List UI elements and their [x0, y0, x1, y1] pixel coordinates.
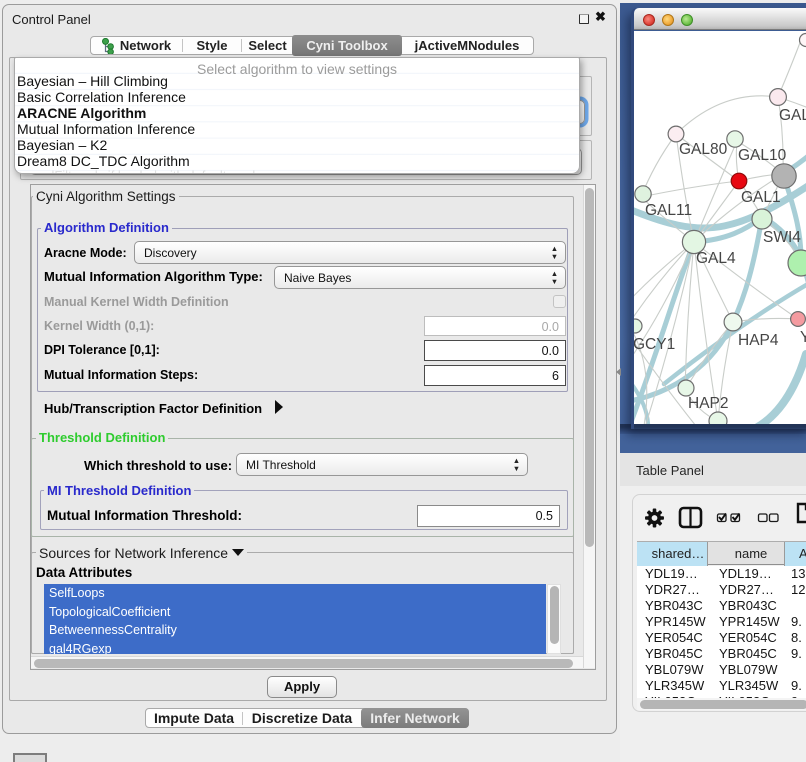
svg-text:GAL4: GAL4 — [696, 250, 736, 267]
svg-text:GAL7: GAL7 — [779, 107, 806, 124]
svg-text:GAL1: GAL1 — [741, 189, 781, 206]
svg-text:GAL10: GAL10 — [738, 147, 787, 164]
svg-text:GAL11: GAL11 — [645, 202, 692, 219]
svg-text:HAP2: HAP2 — [688, 395, 729, 412]
svg-text:GAL80: GAL80 — [679, 141, 728, 158]
svg-text:Y: Y — [800, 329, 806, 346]
svg-text:SWI4: SWI4 — [763, 229, 801, 246]
svg-text:GCY1: GCY1 — [634, 336, 675, 353]
svg-text:HAP4: HAP4 — [738, 332, 779, 349]
